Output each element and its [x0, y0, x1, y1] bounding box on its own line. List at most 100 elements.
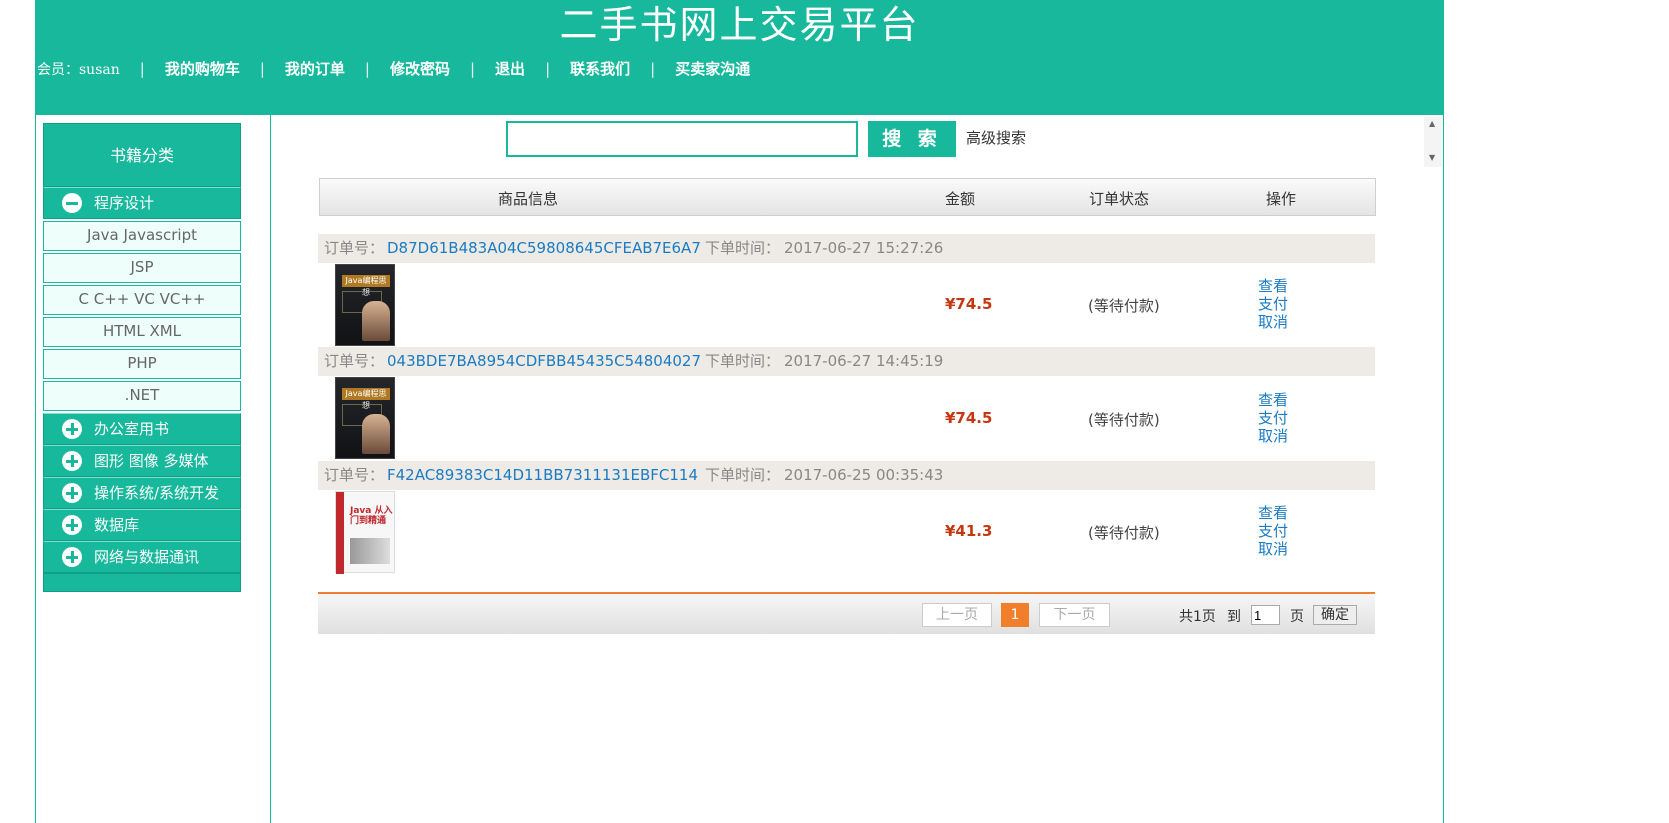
category-database[interactable]: 数据库 [43, 509, 241, 541]
order-time: 2017-06-27 14:45:19 [784, 352, 944, 370]
pay-order-link[interactable]: 支付 [1258, 522, 1288, 540]
order-header-row: 订单号： 043BDE7BA8954CDFBB45435C54804027 下单… [318, 347, 1375, 376]
sidebar-footer [43, 573, 241, 592]
order-price: ¥74.5 [945, 295, 993, 313]
site-header: 二手书网上交易平台 会员：susan | 我的购物车 | 我的订单 | 修改密码… [35, 0, 1444, 115]
category-label: 操作系统/系统开发 [94, 484, 220, 502]
order-time: 2017-06-27 15:27:26 [784, 239, 944, 257]
expand-plus-icon[interactable] [62, 515, 82, 535]
expand-plus-icon[interactable] [62, 547, 82, 567]
column-header-product: 商品信息 [498, 190, 559, 208]
expand-plus-icon[interactable] [62, 419, 82, 439]
goto-label: 到 [1227, 609, 1241, 625]
search-input[interactable] [506, 121, 858, 157]
order-actions: 查看 支付 取消 [1258, 277, 1288, 331]
scroll-up-arrow-icon[interactable]: ▲ [1429, 119, 1435, 128]
nav-divider: | [545, 59, 551, 78]
category-os[interactable]: 操作系统/系统开发 [43, 477, 241, 509]
nav-divider: | [139, 59, 145, 78]
pay-order-link[interactable]: 支付 [1258, 295, 1288, 313]
orders-table-header: 商品信息 金额 订单状态 操作 [319, 178, 1376, 216]
nav-chat-link[interactable]: 买卖家沟通 [675, 58, 750, 79]
cover-band [336, 492, 344, 574]
cover-portrait [362, 414, 390, 454]
order-id-label: 订单号： [324, 239, 385, 257]
prev-page-button[interactable]: 上一页 [922, 603, 992, 627]
order-header-row: 订单号： D87D61B483A04C59808645CFEAB7E6A7 下单… [318, 234, 1375, 263]
nav-cart-link[interactable]: 我的购物车 [165, 58, 240, 79]
subcategory-html-xml[interactable]: HTML XML [43, 317, 241, 347]
top-nav: 会员：susan | 我的购物车 | 我的订单 | 修改密码 | 退出 | 联系… [37, 58, 750, 79]
cancel-order-link[interactable]: 取消 [1258, 427, 1288, 445]
category-label: 数据库 [94, 516, 140, 534]
column-divider [270, 115, 271, 823]
category-network[interactable]: 网络与数据通讯 [43, 541, 241, 573]
order-actions: 查看 支付 取消 [1258, 504, 1288, 558]
nav-orders-link[interactable]: 我的订单 [285, 58, 345, 79]
order-time-label: 下单时间： [705, 239, 781, 257]
sidebar-title: 书籍分类 [43, 123, 241, 187]
nav-change-password-link[interactable]: 修改密码 [390, 58, 450, 79]
book-cover-title: Java编程思想 [342, 275, 390, 297]
category-label: 程序设计 [94, 194, 155, 212]
expand-plus-icon[interactable] [62, 483, 82, 503]
book-cover-title: Java 从入门到精通 [350, 506, 393, 526]
site-title: 二手书网上交易平台 [559, 3, 920, 47]
subcategory-java-javascript[interactable]: Java Javascript [43, 221, 241, 251]
order-status: (等待付款) [1088, 411, 1160, 429]
book-cover-image[interactable]: Java编程思想 [335, 264, 395, 346]
order-id-link[interactable]: 043BDE7BA8954CDFBB45435C54804027 [387, 347, 701, 376]
subcategory-php[interactable]: PHP [43, 349, 241, 379]
confirm-page-button[interactable]: 确定 [1313, 605, 1357, 625]
page-number-input[interactable] [1251, 605, 1280, 625]
total-pages-label: 共1页 [1179, 609, 1216, 625]
column-header-amount: 金额 [945, 190, 976, 208]
category-label: 办公室用书 [94, 420, 170, 438]
category-label: 网络与数据通讯 [94, 548, 200, 566]
category-programming[interactable]: 程序设计 [43, 187, 241, 219]
category-graphics[interactable]: 图形 图像 多媒体 [43, 445, 241, 477]
nav-divider: | [650, 59, 656, 78]
order-time: 2017-06-25 00:35:43 [784, 466, 944, 484]
nav-logout-link[interactable]: 退出 [495, 58, 525, 79]
nav-divider: | [469, 59, 476, 78]
order-id-link[interactable]: D87D61B483A04C59808645CFEAB7E6A7 [387, 234, 701, 263]
book-cover-title: Java编程思想 [342, 388, 390, 410]
order-id-link[interactable]: F42AC89383C14D11BB7311131EBFC114 [387, 461, 698, 490]
frame-scrollbar[interactable]: ▲ ▼ [1424, 117, 1442, 167]
scroll-down-arrow-icon[interactable]: ▼ [1429, 153, 1435, 162]
current-page-button[interactable]: 1 [1001, 603, 1029, 627]
subcategory-jsp[interactable]: JSP [43, 253, 241, 283]
cover-portrait [362, 301, 390, 341]
page-unit-label: 页 [1290, 609, 1304, 625]
order-header-row: 订单号： F42AC89383C14D11BB7311131EBFC114 下单… [318, 461, 1375, 490]
view-order-link[interactable]: 查看 [1258, 504, 1288, 522]
column-header-actions: 操作 [1266, 190, 1297, 208]
order-id-label: 订单号： [324, 466, 385, 484]
collapse-minus-icon[interactable] [62, 193, 82, 213]
pagination-bar: 上一页 1 下一页 共1页 到 页 确定 [318, 592, 1375, 634]
member-label: 会员：susan [37, 61, 120, 78]
order-time-label: 下单时间： [705, 352, 781, 370]
book-cover-image[interactable]: Java编程思想 [335, 377, 395, 459]
order-price: ¥41.3 [945, 522, 993, 540]
advanced-search-link[interactable]: 高级搜索 [966, 127, 1026, 148]
expand-plus-icon[interactable] [62, 451, 82, 471]
cancel-order-link[interactable]: 取消 [1258, 313, 1288, 331]
view-order-link[interactable]: 查看 [1258, 391, 1288, 409]
cancel-order-link[interactable]: 取消 [1258, 540, 1288, 558]
book-cover-image[interactable]: Java 从入门到精通 [335, 491, 395, 574]
category-sidebar: 书籍分类 程序设计 Java Javascript JSP C C++ VC V… [43, 123, 241, 592]
subcategory-c-cpp[interactable]: C C++ VC VC++ [43, 285, 241, 315]
subcategory-dotnet[interactable]: .NET [43, 381, 241, 411]
next-page-button[interactable]: 下一页 [1039, 603, 1110, 627]
nav-divider: | [364, 59, 370, 78]
nav-divider: | [259, 59, 265, 78]
search-button[interactable]: 搜 索 [868, 121, 956, 157]
pay-order-link[interactable]: 支付 [1258, 409, 1288, 427]
column-header-status: 订单状态 [1089, 190, 1150, 208]
order-time-label: 下单时间： [705, 466, 781, 484]
nav-contact-link[interactable]: 联系我们 [570, 58, 630, 79]
category-office[interactable]: 办公室用书 [43, 413, 241, 445]
view-order-link[interactable]: 查看 [1258, 277, 1288, 295]
